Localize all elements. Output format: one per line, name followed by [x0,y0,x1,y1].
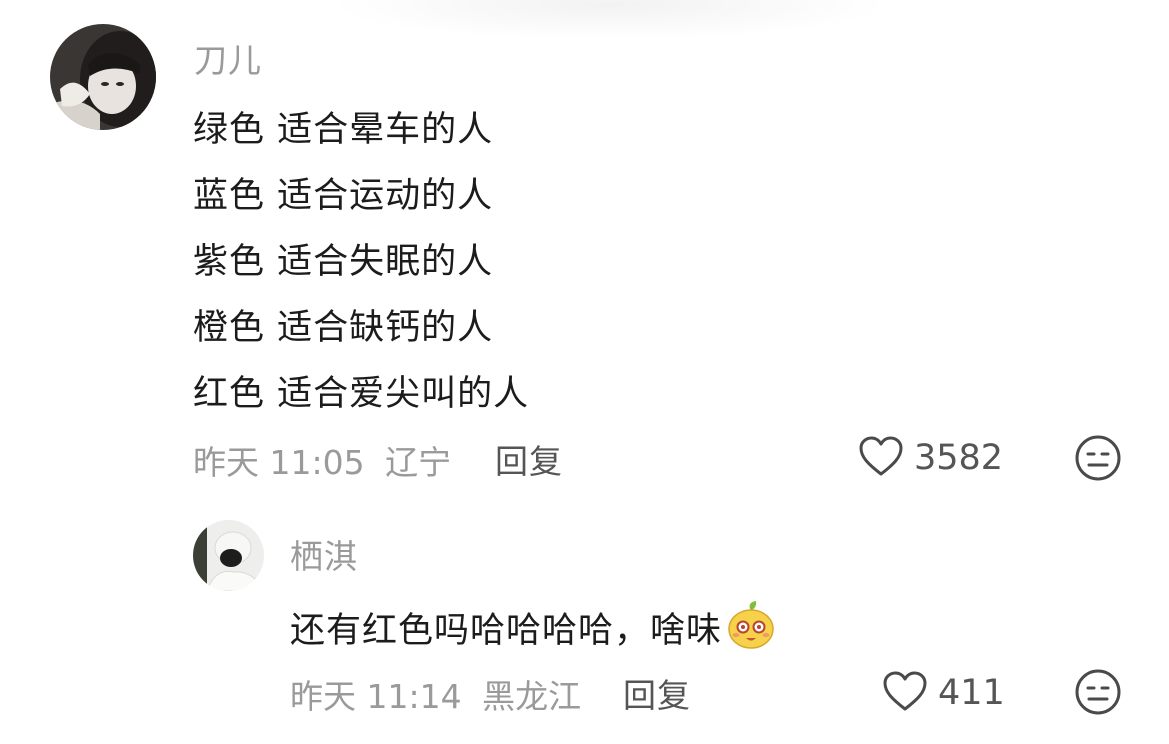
comment-thread: 刀儿 绿色 适合晕车的人 蓝色 适合运动的人 紫色 适合失眠的人 橙色 适合缺钙… [0,0,1169,744]
comment-meta: 昨天 11:05 辽宁 [193,436,451,484]
comment-line-1: 绿色 适合晕车的人 [193,110,494,150]
reply-reply-button[interactable]: 回复 [623,669,691,717]
comment-line-4: 橙色 适合缺钙的人 [193,308,494,348]
reply-author-name[interactable]: 栖淇 [290,530,358,578]
comment-line-5: 红色 适合爱尖叫的人 [193,374,530,414]
meh-face-icon[interactable] [1074,668,1122,720]
reply-like-count: 411 [938,673,1005,713]
comment-author-name[interactable]: 刀儿 [194,34,262,82]
mango-face-emoji-icon [726,600,776,659]
comment-like-count: 3582 [914,438,1004,478]
avatar-comment-author[interactable] [50,24,156,130]
reply-location: 黑龙江 [482,677,582,716]
comment-time: 昨天 11:05 [193,443,365,482]
reply-text-line: 还有红色吗哈哈哈哈，啥味 [290,600,776,659]
avatar-reply-author[interactable] [193,520,264,591]
top-shadow [330,0,890,40]
reply-meta: 昨天 11:14 黑龙江 [290,670,581,718]
comment-location: 辽宁 [385,443,452,482]
reply-like-button[interactable]: 411 [882,670,1005,716]
comment-like-button[interactable]: 3582 [858,435,1003,481]
reply-text: 还有红色吗哈哈哈哈，啥味 [290,611,723,651]
comment-reply-button[interactable]: 回复 [495,435,563,483]
comment-line-2: 蓝色 适合运动的人 [193,176,494,216]
heart-outline-icon [858,435,904,481]
meh-face-icon[interactable] [1074,434,1122,486]
comment-line-3: 紫色 适合失眠的人 [193,242,494,282]
heart-outline-icon [882,670,928,716]
reply-time: 昨天 11:14 [290,677,462,716]
